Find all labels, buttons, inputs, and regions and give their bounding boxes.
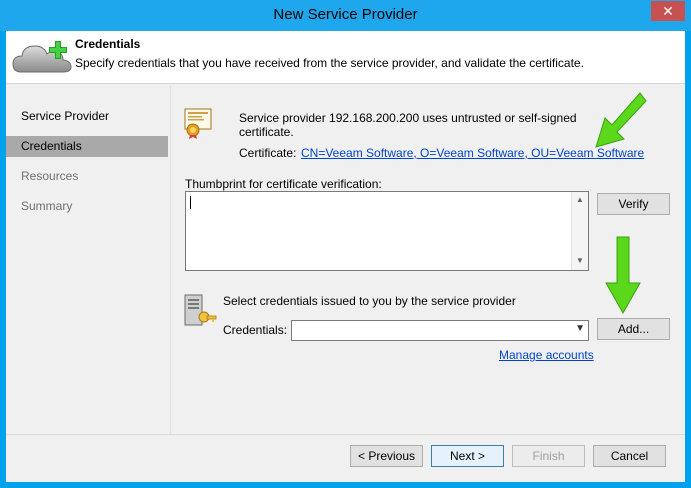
- finish-button: Finish: [512, 445, 585, 467]
- title-bar[interactable]: New Service Provider ✕: [0, 0, 691, 31]
- certificate-icon: [184, 108, 212, 139]
- manage-accounts-link[interactable]: Manage accounts: [499, 348, 594, 362]
- certificate-warning-text: Service provider 192.168.200.200 uses un…: [239, 111, 577, 139]
- footer-separator: [6, 434, 685, 435]
- thumbprint-label: Thumbprint for certificate verification:: [185, 177, 382, 191]
- scroll-up-icon[interactable]: ▲: [572, 192, 588, 208]
- verify-button[interactable]: Verify: [597, 193, 670, 215]
- credentials-select[interactable]: ▼: [291, 320, 589, 341]
- cancel-button[interactable]: Cancel: [593, 445, 666, 467]
- chevron-down-icon[interactable]: ▼: [575, 323, 585, 334]
- sidebar-item-resources: Resources: [21, 169, 79, 183]
- add-credentials-button[interactable]: Add...: [597, 318, 670, 340]
- wizard-header: Credentials Specify credentials that you…: [6, 31, 685, 84]
- previous-button[interactable]: < Previous: [350, 445, 423, 467]
- thumbprint-input[interactable]: ▲ ▼: [185, 191, 589, 271]
- credentials-prompt: Select credentials issued to you by the …: [223, 294, 516, 308]
- next-button[interactable]: Next >: [431, 445, 504, 467]
- dialog-window: New Service Provider ✕ Credentials Speci…: [0, 0, 691, 488]
- cloud-add-icon: [12, 41, 72, 73]
- wizard-steps-sidebar: Service Provider Credentials Resources S…: [6, 85, 171, 434]
- annotation-arrow-down-icon: [605, 236, 641, 315]
- text-caret: [190, 196, 191, 209]
- server-key-icon: [184, 294, 217, 326]
- credentials-label: Credentials:: [223, 323, 288, 337]
- close-icon: ✕: [662, 3, 674, 19]
- annotation-arrow-icon: [595, 92, 647, 148]
- header-title: Credentials: [75, 37, 141, 51]
- certificate-label: Certificate:: [239, 146, 297, 160]
- window-title: New Service Provider: [273, 6, 418, 23]
- thumbprint-scrollbar[interactable]: ▲ ▼: [571, 192, 588, 270]
- scroll-down-icon[interactable]: ▼: [572, 253, 588, 269]
- dialog-client-area: Credentials Specify credentials that you…: [6, 31, 685, 482]
- sidebar-item-service-provider[interactable]: Service Provider: [6, 106, 168, 127]
- close-button[interactable]: ✕: [651, 1, 685, 21]
- sidebar-item-credentials[interactable]: Credentials: [6, 136, 168, 157]
- header-description: Specify credentials that you have receiv…: [75, 56, 584, 70]
- sidebar-item-summary: Summary: [21, 199, 73, 213]
